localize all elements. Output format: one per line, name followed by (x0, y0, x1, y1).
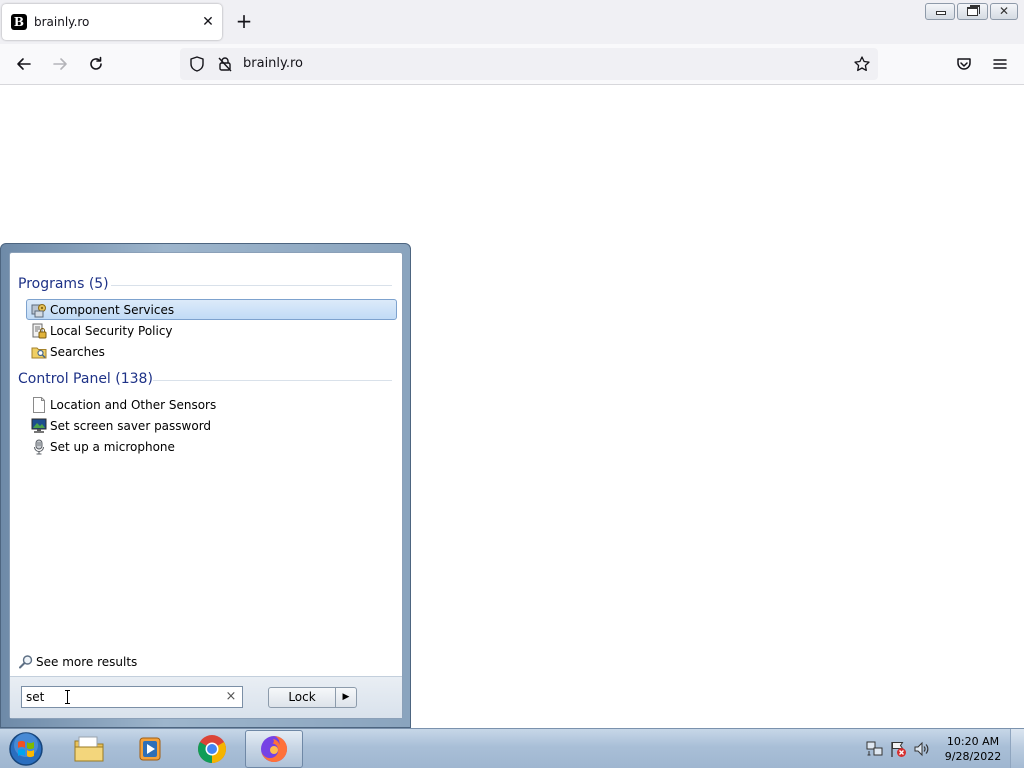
tab-brainly[interactable]: B brainly.ro ✕ (2, 4, 222, 40)
security-policy-icon (32, 323, 47, 339)
result-setup-microphone[interactable]: Set up a microphone (26, 436, 397, 457)
address-bar[interactable]: brainly.ro (180, 48, 878, 80)
start-search-area: × Lock ▶ (10, 676, 402, 718)
media-player-icon (139, 737, 161, 761)
start-button[interactable] (6, 730, 46, 768)
searches-folder-icon (31, 347, 47, 359)
start-search-input[interactable] (26, 688, 216, 706)
magnifier-icon (19, 655, 33, 669)
section-divider (111, 285, 392, 286)
taskbar-windows-explorer[interactable] (60, 730, 118, 768)
brainly-favicon-icon: B (11, 14, 27, 30)
ibeam-cursor-icon (65, 690, 70, 704)
document-icon (33, 397, 45, 413)
start-search-box[interactable]: × (21, 686, 243, 708)
hamburger-menu-icon (993, 59, 1007, 69)
system-clock[interactable]: 10:20 AM 9/28/2022 (938, 734, 1008, 764)
tab-title: brainly.ro (34, 15, 90, 29)
close-icon: ✕ (998, 4, 1010, 18)
clear-search-icon[interactable]: × (222, 688, 240, 706)
restore-icon (967, 5, 980, 16)
result-label: Component Services (50, 303, 175, 317)
shutdown-options-arrow-button[interactable]: ▶ (336, 687, 357, 708)
reload-button[interactable] (84, 52, 108, 76)
result-label: Local Security Policy (50, 324, 173, 338)
back-button[interactable] (12, 52, 36, 76)
show-desktop-button[interactable] (1010, 729, 1024, 768)
control-panel-section-header[interactable]: Control Panel (138) (18, 370, 153, 388)
app-menu-button[interactable] (988, 52, 1012, 76)
tab-close-icon[interactable]: ✕ (198, 12, 218, 32)
reload-icon (90, 56, 102, 70)
clock-time: 10:20 AM (946, 735, 1000, 748)
windows-logo-icon (9, 732, 43, 766)
taskbar-firefox[interactable] (245, 730, 303, 768)
programs-section-header[interactable]: Programs (5) (18, 275, 109, 293)
result-label: Set screen saver password (50, 419, 212, 433)
search-results-pane: Programs (5) Component Services Local Se… (9, 252, 403, 719)
component-services-icon (31, 304, 46, 318)
minimize-icon (936, 11, 946, 15)
monitor-icon (31, 418, 47, 433)
tracking-shield-icon[interactable] (188, 55, 206, 73)
result-location-sensors[interactable]: Location and Other Sensors (26, 394, 397, 415)
clock-date: 9/28/2022 (944, 750, 1002, 763)
taskbar: 10:20 AM 9/28/2022 (0, 728, 1024, 768)
action-center-flag-icon[interactable] (889, 740, 907, 758)
see-more-results-label: See more results (36, 655, 138, 669)
back-arrow-icon (17, 58, 31, 70)
pocket-icon (957, 58, 971, 70)
section-divider (153, 380, 392, 381)
firefox-icon (261, 735, 288, 762)
result-screen-saver-password[interactable]: Set screen saver password (26, 415, 397, 436)
lock-button[interactable]: Lock (268, 687, 336, 708)
window-close-button[interactable]: ✕ (990, 3, 1018, 20)
result-label: Searches (50, 345, 105, 359)
taskbar-google-chrome[interactable] (183, 730, 241, 768)
start-menu: Programs (5) Component Services Local Se… (0, 243, 411, 728)
result-label: Location and Other Sensors (50, 398, 217, 412)
network-icon[interactable] (866, 740, 884, 758)
forward-button[interactable] (48, 52, 72, 76)
window-restore-button[interactable] (957, 3, 988, 20)
pocket-button[interactable] (952, 52, 976, 76)
result-searches[interactable]: Searches (26, 341, 397, 362)
result-label: Set up a microphone (50, 440, 175, 454)
bookmark-star-icon[interactable] (853, 55, 871, 73)
tab-strip: B brainly.ro ✕ + ✕ (0, 0, 1024, 44)
microphone-icon (34, 439, 44, 455)
result-local-security-policy[interactable]: Local Security Policy (26, 320, 397, 341)
forward-arrow-icon (53, 58, 67, 70)
taskbar-media-player[interactable] (121, 730, 179, 768)
navigation-toolbar: brainly.ro (0, 44, 1024, 85)
chrome-icon (198, 735, 226, 763)
folder-icon (74, 736, 104, 762)
result-component-services[interactable]: Component Services (26, 299, 397, 320)
site-lock-icon[interactable] (216, 55, 234, 73)
window-minimize-button[interactable] (925, 3, 955, 20)
new-tab-button[interactable]: + (233, 10, 255, 32)
volume-icon[interactable] (913, 740, 931, 758)
url-text: brainly.ro (243, 56, 304, 71)
